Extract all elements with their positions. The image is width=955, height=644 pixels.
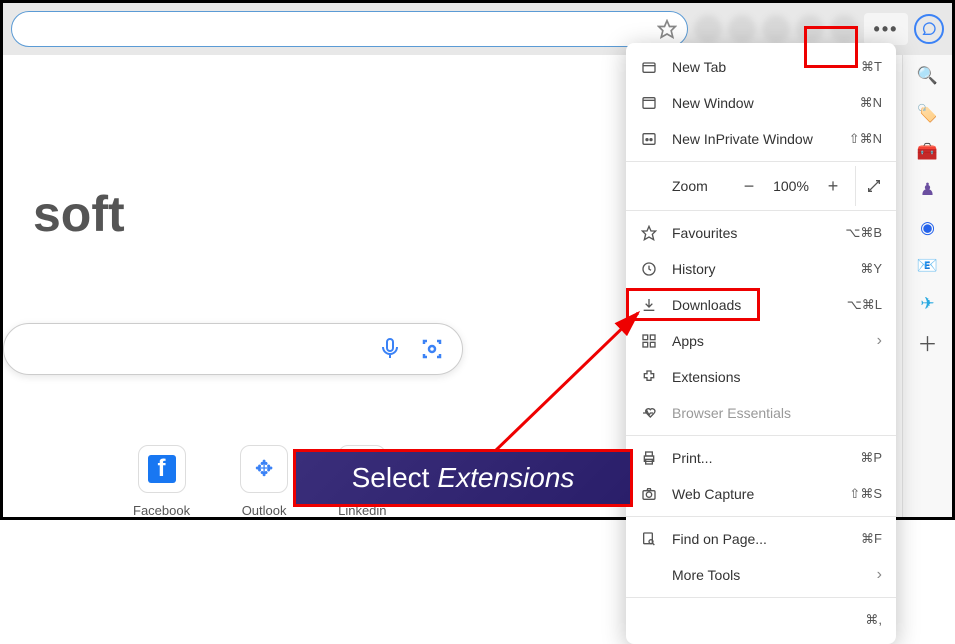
outlook-sidebar-icon[interactable]: 📧 <box>917 255 939 277</box>
history-icon <box>640 260 658 278</box>
menu-shortcut: ⌘, <box>865 612 882 628</box>
address-bar[interactable] <box>11 11 688 47</box>
tab-icon <box>640 58 658 76</box>
extension-pill-icon[interactable] <box>728 15 756 43</box>
image-search-icon[interactable] <box>420 337 444 361</box>
extension-pill-icon[interactable] <box>694 15 722 43</box>
outlook-icon: ✥ <box>255 456 273 482</box>
fullscreen-button[interactable] <box>855 166 882 206</box>
menu-shortcut: ⌥⌘L <box>847 297 882 313</box>
annotation-banner: Select Extensions <box>293 449 633 507</box>
menu-zoom: Zoom − 100% + <box>626 166 896 206</box>
menu-shortcut: ⌘P <box>860 450 882 466</box>
menu-favourites[interactable]: Favourites ⌥⌘B <box>626 215 896 251</box>
games-icon[interactable]: ♟ <box>917 179 939 201</box>
printer-icon <box>640 449 658 467</box>
menu-separator <box>626 161 896 162</box>
menu-label: Downloads <box>672 297 833 313</box>
menu-cut-copy-paste[interactable]: ⌘, <box>626 602 896 638</box>
zoom-label: Zoom <box>640 178 727 194</box>
bing-chat-icon[interactable] <box>914 14 944 44</box>
favorite-star-icon[interactable] <box>657 19 677 39</box>
apps-icon <box>640 332 658 350</box>
menu-print[interactable]: Print... ⌘P <box>626 440 896 476</box>
menu-shortcut: ⌥⌘B <box>845 225 882 241</box>
menu-shortcut: ⌘Y <box>860 261 882 277</box>
menu-separator <box>626 597 896 598</box>
heart-pulse-icon <box>640 404 658 422</box>
telegram-icon[interactable]: ✈ <box>917 293 939 315</box>
zoom-in-button[interactable]: + <box>821 174 845 198</box>
menu-new-inprivate[interactable]: New InPrivate Window ⇧⌘N <box>626 121 896 157</box>
menu-extensions[interactable]: Extensions <box>626 359 896 395</box>
microphone-icon[interactable] <box>378 337 402 361</box>
menu-new-tab[interactable]: New Tab ⌘T <box>626 49 896 85</box>
menu-shortcut: ⌘F <box>861 531 882 547</box>
find-icon <box>640 530 658 548</box>
menu-label: Favourites <box>672 225 831 241</box>
menu-label: Find on Page... <box>672 531 847 547</box>
menu-shortcut: ⌘N <box>860 95 882 111</box>
menu-label: Extensions <box>672 369 882 385</box>
menu-label: Print... <box>672 450 846 466</box>
chevron-right-icon: › <box>877 332 882 350</box>
inprivate-icon <box>640 130 658 148</box>
menu-label: Web Capture <box>672 486 835 502</box>
zoom-value: 100% <box>771 178 811 194</box>
menu-shortcut: ⇧⌘S <box>849 486 882 502</box>
menu-apps[interactable]: Apps › <box>626 323 896 359</box>
window-icon <box>640 94 658 112</box>
menu-label: Browser Essentials <box>672 405 882 421</box>
blank-icon <box>640 566 658 584</box>
extension-pill-icon[interactable] <box>762 15 790 43</box>
quicklink-label: Outlook <box>242 503 287 518</box>
microsoft-365-icon[interactable]: ◉ <box>917 217 939 239</box>
menu-new-window[interactable]: New Window ⌘N <box>626 85 896 121</box>
menu-more-tools[interactable]: More Tools › <box>626 557 896 593</box>
search-icon[interactable]: 🔍 <box>917 65 939 87</box>
tools-icon[interactable]: 🧰 <box>917 141 939 163</box>
banner-text-a: Select <box>352 462 430 494</box>
quicklink-outlook[interactable]: ✥ Outlook <box>240 445 288 518</box>
menu-label: New Window <box>672 95 846 111</box>
menu-history[interactable]: History ⌘Y <box>626 251 896 287</box>
settings-menu: New Tab ⌘T New Window ⌘N New InPrivate W… <box>626 43 896 644</box>
menu-label: History <box>672 261 846 277</box>
menu-browser-essentials[interactable]: Browser Essentials <box>626 395 896 431</box>
menu-label: More Tools <box>672 567 863 583</box>
menu-web-capture[interactable]: Web Capture ⇧⌘S <box>626 476 896 512</box>
banner-text-b: Extensions <box>437 462 574 494</box>
menu-label: New Tab <box>672 59 847 75</box>
quicklink-facebook[interactable]: f Facebook <box>133 445 190 518</box>
blank-icon <box>640 611 658 629</box>
download-icon <box>640 296 658 314</box>
shopping-tag-icon[interactable]: 🏷️ <box>917 103 939 125</box>
zoom-out-button[interactable]: − <box>737 174 761 198</box>
more-menu-button[interactable]: ••• <box>864 13 908 45</box>
facebook-icon: f <box>148 455 176 483</box>
ellipsis-icon: ••• <box>874 19 899 40</box>
edge-sidebar: 🔍 🏷️ 🧰 ♟ ◉ 📧 ✈ ＋ <box>902 55 952 517</box>
extension-pill-icon[interactable] <box>796 15 824 43</box>
brand-text-fragment: soft <box>33 185 125 243</box>
menu-downloads[interactable]: Downloads ⌥⌘L <box>626 287 896 323</box>
chevron-right-icon: › <box>877 566 882 584</box>
menu-find-on-page[interactable]: Find on Page... ⌘F <box>626 521 896 557</box>
add-sidebar-icon[interactable]: ＋ <box>917 331 939 353</box>
menu-separator <box>626 210 896 211</box>
menu-separator <box>626 516 896 517</box>
search-box[interactable] <box>3 323 463 375</box>
star-icon <box>640 224 658 242</box>
menu-label: Apps <box>672 333 863 349</box>
menu-separator <box>626 435 896 436</box>
extensions-icon <box>640 368 658 386</box>
menu-label: New InPrivate Window <box>672 131 835 147</box>
extension-pill-icon[interactable] <box>830 15 858 43</box>
menu-shortcut: ⌘T <box>861 59 882 75</box>
quicklink-label: Facebook <box>133 503 190 518</box>
menu-shortcut: ⇧⌘N <box>849 131 882 147</box>
camera-icon <box>640 485 658 503</box>
